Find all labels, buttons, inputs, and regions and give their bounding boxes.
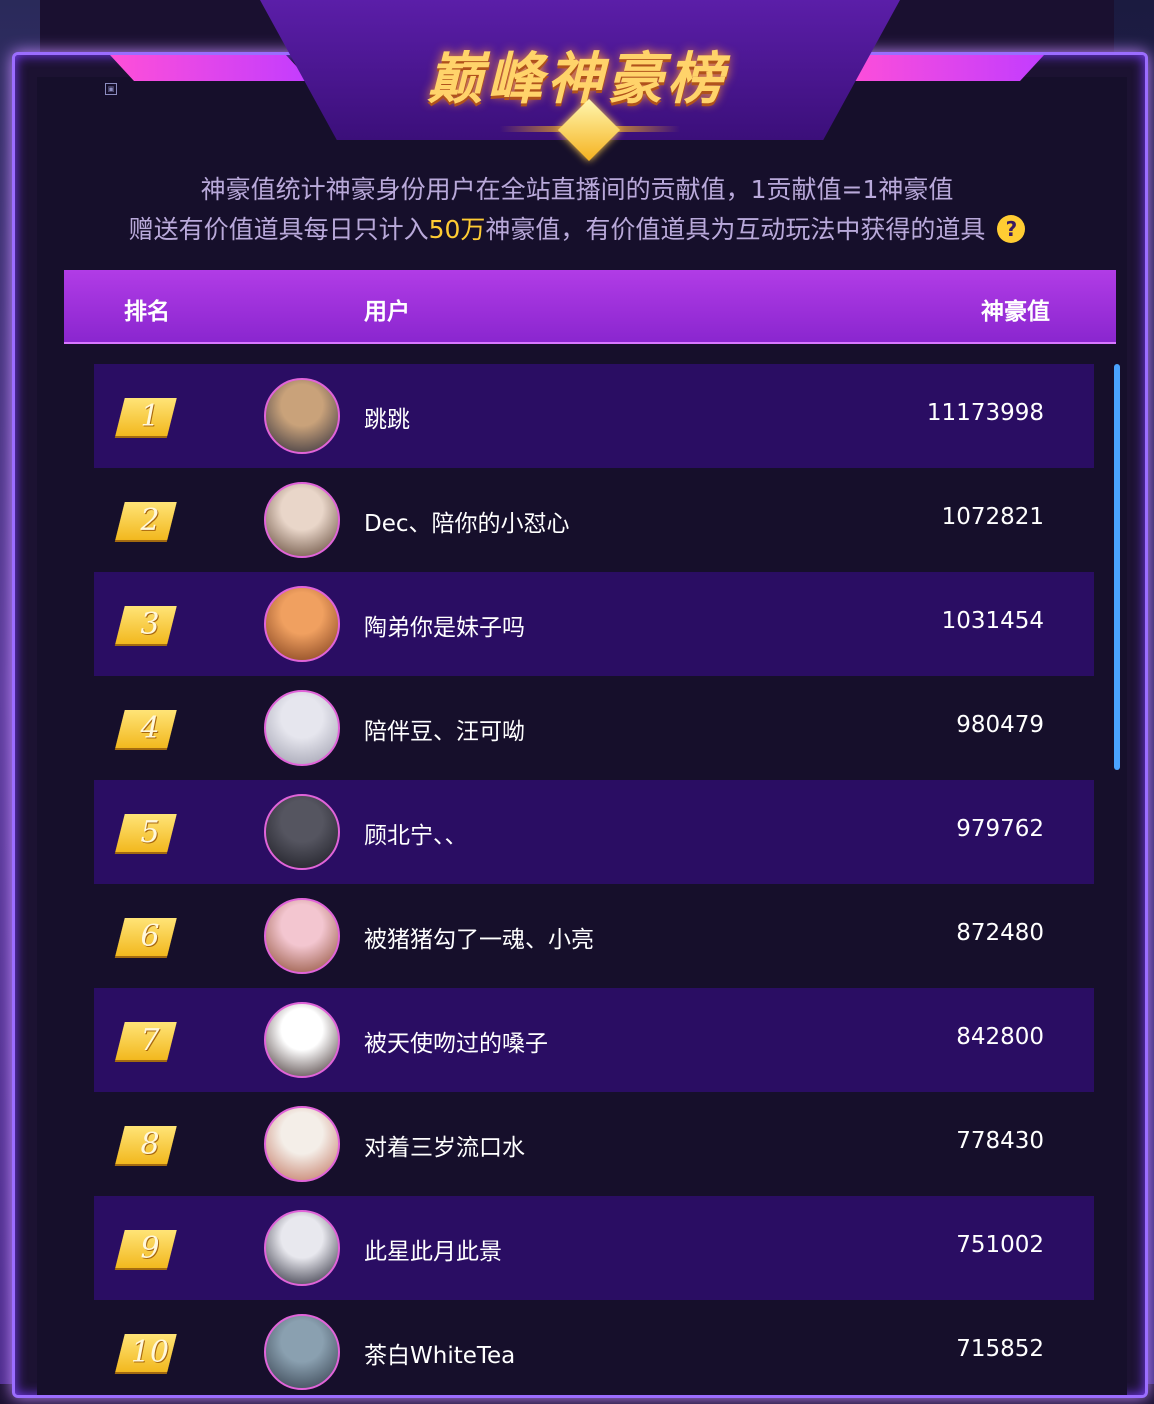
contribution-value: 1031454: [941, 608, 1044, 634]
list-item[interactable]: 9 此星此月此景 751002: [94, 1196, 1094, 1300]
header-value: 神豪值: [981, 299, 1050, 325]
user-name[interactable]: 被猪猪勾了一魂、小亮: [364, 920, 594, 954]
rank-number: 9: [140, 1231, 160, 1266]
user-name[interactable]: 顾北宁、、: [364, 816, 468, 850]
small-box-icon: ▣: [105, 83, 117, 95]
contribution-value: 842800: [956, 1024, 1044, 1050]
contribution-value: 751002: [956, 1232, 1044, 1258]
user-name[interactable]: 此星此月此景: [364, 1232, 502, 1266]
header-rank: 排名: [124, 299, 170, 325]
user-name[interactable]: 跳跳: [364, 400, 410, 434]
user-name[interactable]: 被天使吻过的嗓子: [364, 1024, 548, 1058]
rank-number: 7: [140, 1023, 160, 1058]
description-text-after: 神豪值，有价值道具为互动玩法中获得的道具: [485, 215, 986, 244]
contribution-value: 979762: [956, 816, 1044, 842]
rank-number: 6: [140, 919, 160, 954]
rank-number: 4: [140, 711, 160, 746]
avatar[interactable]: [264, 378, 340, 454]
avatar[interactable]: [264, 1210, 340, 1286]
contribution-value: 1072821: [941, 504, 1044, 530]
rank-number: 8: [140, 1127, 160, 1162]
contribution-value: 872480: [956, 920, 1044, 946]
contribution-value: 980479: [956, 712, 1044, 738]
avatar[interactable]: [264, 1002, 340, 1078]
header-user: 用户: [364, 299, 410, 325]
list-item[interactable]: 3 陶弟你是妹子吗 1031454: [94, 572, 1094, 676]
contribution-value: 11173998: [926, 400, 1044, 426]
avatar[interactable]: [264, 690, 340, 766]
avatar[interactable]: [264, 1314, 340, 1390]
description-line-1: 神豪值统计神豪身份用户在全站直播间的贡献值，1贡献值=1神豪值: [200, 175, 954, 204]
table-header: 排名 用户 神豪值: [64, 270, 1116, 344]
avatar[interactable]: [264, 794, 340, 870]
description-highlight: 50万: [428, 215, 486, 244]
rank-number: 10: [130, 1335, 170, 1370]
user-name[interactable]: Dec、陪你的小怼心: [364, 504, 570, 538]
list-item[interactable]: 7 被天使吻过的嗓子 842800: [94, 988, 1094, 1092]
description-line-2: 赠送有价值道具每日只计入50万神豪值，有价值道具为互动玩法中获得的道具?: [0, 210, 1154, 246]
list-item[interactable]: 8 对着三岁流口水 778430: [94, 1092, 1094, 1196]
page-title: 巅峰神豪榜: [427, 47, 727, 112]
rank-number: 1: [140, 399, 160, 434]
rank-number: 3: [140, 607, 160, 642]
list-item[interactable]: 5 顾北宁、、 979762: [94, 780, 1094, 884]
rank-number: 2: [140, 503, 160, 538]
user-name[interactable]: 对着三岁流口水: [364, 1128, 525, 1162]
avatar[interactable]: [264, 898, 340, 974]
contribution-value: 715852: [956, 1336, 1044, 1362]
avatar[interactable]: [264, 482, 340, 558]
user-name[interactable]: 陶弟你是妹子吗: [364, 608, 525, 642]
list-item[interactable]: 10 茶白WhiteTea 715852: [94, 1300, 1094, 1404]
ranking-list: 1 跳跳 11173998 2 Dec、陪你的小怼心 1072821 3 陶弟你是妹子吗 103…: [94, 364, 1094, 1404]
user-name[interactable]: 茶白WhiteTea: [364, 1336, 515, 1370]
list-item[interactable]: 2 Dec、陪你的小怼心 1072821: [94, 468, 1094, 572]
list-item[interactable]: 4 陪伴豆、汪可呦 980479: [94, 676, 1094, 780]
list-item[interactable]: 1 跳跳 11173998: [94, 364, 1094, 468]
contribution-value: 778430: [956, 1128, 1044, 1154]
list-item[interactable]: 6 被猪猪勾了一魂、小亮 872480: [94, 884, 1094, 988]
question-icon[interactable]: ?: [997, 215, 1026, 243]
rank-number: 5: [140, 815, 160, 850]
avatar[interactable]: [264, 586, 340, 662]
user-name[interactable]: 陪伴豆、汪可呦: [364, 712, 525, 746]
scrollbar-thumb[interactable]: [1114, 364, 1120, 770]
description-text-before: 赠送有价值道具每日只计入: [128, 215, 429, 244]
avatar[interactable]: [264, 1106, 340, 1182]
